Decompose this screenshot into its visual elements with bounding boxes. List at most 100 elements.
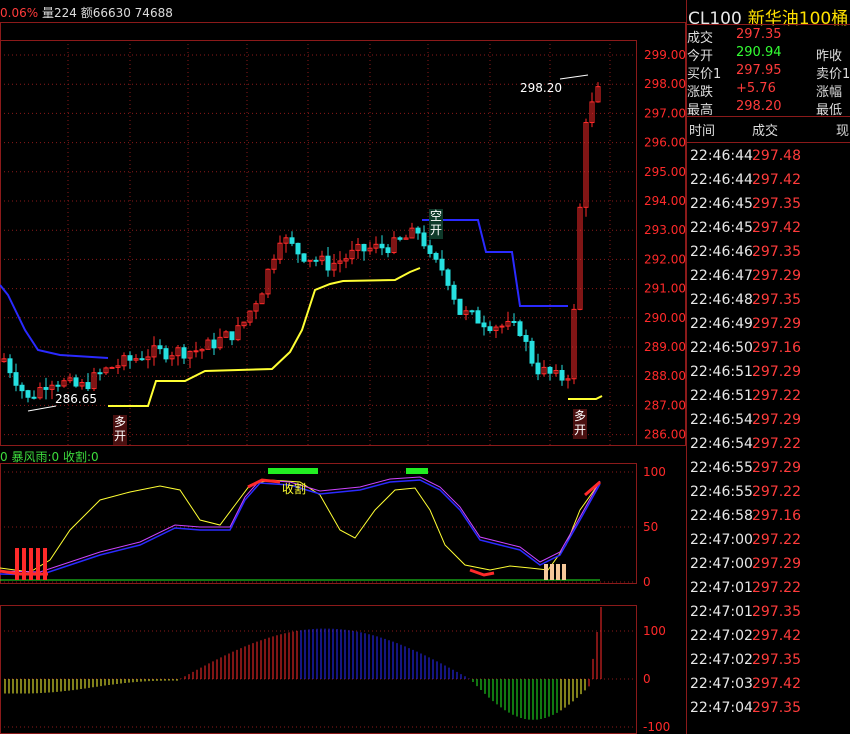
- price-tick-label: 292.00: [644, 252, 686, 266]
- tick-row[interactable]: 22:47:02 297.42: [686, 628, 850, 652]
- tick-row[interactable]: 22:46:49 297.29: [686, 316, 850, 340]
- candle-body: [289, 237, 295, 244]
- harvest-bar-light: [550, 564, 554, 580]
- price-tick-label: 299.00: [644, 48, 686, 62]
- low-marker-line: [27, 405, 57, 412]
- harvest-bar: [29, 548, 33, 580]
- candle-body: [451, 284, 457, 300]
- quote-row: 今开 290.94 昨收: [686, 45, 850, 64]
- quote-right-label: 昨收: [816, 49, 843, 64]
- tick-price: 297.42: [752, 628, 801, 644]
- tick-time: 22:47:02: [690, 652, 753, 668]
- price-grid: 299.00 298.00 297.00 296.00 295.00 294.00 293.…: [0, 22, 686, 446]
- candle-body: [301, 253, 307, 262]
- tick-row[interactable]: 22:46:44 297.42: [686, 172, 850, 196]
- tick-row[interactable]: 22:47:01 297.35: [686, 604, 850, 628]
- quote-row: 涨跌 +5.76 涨幅: [686, 81, 850, 100]
- tick-row[interactable]: 22:46:54 297.22: [686, 436, 850, 460]
- tick-row[interactable]: 22:47:01 297.22: [686, 580, 850, 604]
- macd-histogram: 100 0 -100: [0, 605, 670, 734]
- tick-row[interactable]: 22:46:48 297.35: [686, 292, 850, 316]
- candle-body: [385, 247, 391, 254]
- indicator-lines: [0, 219, 603, 407]
- price-tick-label: 296.00: [644, 136, 686, 150]
- tick-time: 22:47:01: [690, 580, 753, 596]
- tick-time: 22:46:48: [690, 292, 753, 308]
- price-tick-label: 289.00: [644, 340, 686, 354]
- tick-row[interactable]: 22:46:45 297.42: [686, 220, 850, 244]
- tick-row[interactable]: 22:47:04 297.35: [686, 700, 850, 724]
- tick-time: 22:46:45: [690, 196, 753, 212]
- tick-price: 297.22: [752, 580, 801, 596]
- tick-row[interactable]: 22:46:47 297.29: [686, 268, 850, 292]
- candle-body: [325, 255, 331, 271]
- tick-row[interactable]: 22:46:46 297.35: [686, 244, 850, 268]
- osc-pane-border: [0, 463, 637, 584]
- tick-row[interactable]: 22:46:51 297.29: [686, 364, 850, 388]
- panel-divider: [686, 24, 850, 25]
- candle-body: [433, 252, 439, 260]
- osc-tick-label: 100: [643, 465, 666, 479]
- tick-time: 22:46:49: [690, 316, 753, 332]
- tick-time: 22:47:01: [690, 604, 753, 620]
- quote-value: 297.95: [736, 63, 782, 78]
- tick-price: 297.16: [752, 508, 801, 524]
- tick-price: 297.42: [752, 676, 801, 692]
- tick-row[interactable]: 22:47:00 297.29: [686, 556, 850, 580]
- tick-time: 22:46:50: [690, 340, 753, 356]
- tick-row[interactable]: 22:46:55 297.22: [686, 484, 850, 508]
- quote-label: 今开: [687, 49, 714, 64]
- tick-row[interactable]: 22:46:51 297.22: [686, 388, 850, 412]
- osc-tick-label: 50: [643, 520, 658, 534]
- harvest-label: 收割:0: [62, 450, 99, 464]
- tick-time: 22:46:55: [690, 460, 753, 476]
- candle-body: [127, 355, 133, 361]
- low-price-label: 286.65: [55, 392, 97, 406]
- tick-price: 297.22: [752, 436, 801, 452]
- candle-body: [43, 387, 49, 390]
- header-time: 时间: [689, 124, 716, 139]
- candle-body: [211, 339, 217, 349]
- tick-row[interactable]: 22:46:50 297.16: [686, 340, 850, 364]
- tick-price: 297.42: [752, 172, 801, 188]
- harvest-annotation: 收割: [282, 481, 306, 496]
- tick-row[interactable]: 22:47:02 297.35: [686, 652, 850, 676]
- macd-tick-label: 0: [643, 672, 651, 686]
- tick-time: 22:46:51: [690, 364, 753, 380]
- price-tick-label: 295.00: [644, 165, 686, 179]
- candle-body: [397, 237, 403, 240]
- chart-canvas[interactable]: 299.00 298.00 297.00 296.00 295.00 294.00 293.…: [0, 0, 686, 734]
- candle-body: [439, 258, 445, 271]
- storm-bar-2: [406, 468, 428, 474]
- tick-time: 22:47:00: [690, 556, 753, 572]
- tick-row[interactable]: 22:47:03 297.42: [686, 676, 850, 700]
- tick-row[interactable]: 22:46:45 297.35: [686, 196, 850, 220]
- quote-right-label: 卖价1: [816, 67, 850, 82]
- instrument-title[interactable]: CL100 新华油100桶: [688, 4, 848, 29]
- candle-body: [7, 358, 13, 374]
- quote-label: 成交: [687, 31, 714, 46]
- instrument-name: 新华油100桶: [747, 9, 849, 29]
- tick-time: 22:46:44: [690, 172, 753, 188]
- candle-body: [97, 372, 103, 375]
- price-tick-label: 291.00: [644, 282, 686, 296]
- candle-body: [295, 242, 301, 255]
- tick-price: 297.35: [752, 196, 801, 212]
- quote-label: 买价1: [687, 67, 722, 82]
- candle-body: [229, 331, 235, 341]
- tick-price: 297.16: [752, 340, 801, 356]
- tick-row[interactable]: 22:46:58 297.16: [686, 508, 850, 532]
- top-info-bar: 0.06% 量224 额66630 74688: [0, 4, 173, 22]
- quote-panel: CL100 新华油100桶 成交 297.35 今开 290.94 昨收买价1 297.95…: [686, 0, 850, 734]
- tick-row[interactable]: 22:46:44 297.48: [686, 148, 850, 172]
- tick-time: 22:46:54: [690, 412, 753, 428]
- candle-body: [481, 322, 487, 328]
- tick-time: 22:46:44: [690, 148, 753, 164]
- tick-row[interactable]: 22:46:54 297.29: [686, 412, 850, 436]
- tick-price: 297.29: [752, 460, 801, 476]
- tick-row[interactable]: 22:47:00 297.22: [686, 532, 850, 556]
- tick-price: 297.29: [752, 268, 801, 284]
- tick-time: 22:46:47: [690, 268, 753, 284]
- candle-body: [475, 310, 481, 324]
- tick-row[interactable]: 22:46:55 297.29: [686, 460, 850, 484]
